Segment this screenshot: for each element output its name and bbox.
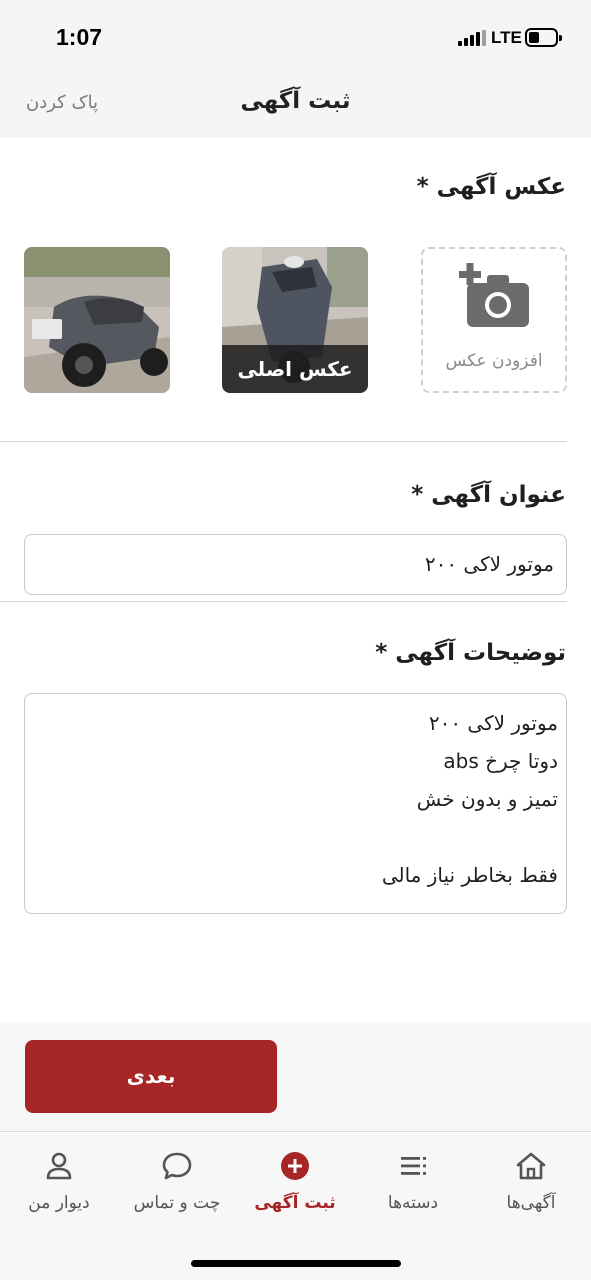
status-bar: 1:07 LTE xyxy=(0,0,591,72)
nav-label: چت و تماس xyxy=(133,1193,221,1213)
nav-label: آگهی‌ها xyxy=(506,1193,556,1213)
action-area: بعدی xyxy=(0,1022,591,1132)
nav-item-categories[interactable]: دسته‌ها xyxy=(354,1149,472,1229)
header: ثبت آگهی پاک کردن xyxy=(0,72,591,138)
ad-description-input[interactable]: موتور لاکی ۲۰۰ دوتا چرخ abs تمیز و بدون … xyxy=(24,693,567,914)
nav-item-ads[interactable]: آگهی‌ها xyxy=(472,1149,590,1229)
divider xyxy=(0,441,567,442)
add-photo-button[interactable]: افزودن عکس xyxy=(421,247,567,393)
description-line: دوتا چرخ abs xyxy=(443,749,558,773)
photos-section-title: عکس آگهی * xyxy=(416,174,566,200)
home-indicator xyxy=(191,1260,401,1267)
chat-icon xyxy=(162,1152,192,1180)
nav-item-chat[interactable]: چت و تماس xyxy=(118,1149,236,1229)
ad-title-input[interactable]: موتور لاکی ۲۰۰ xyxy=(24,534,567,595)
description-line: تمیز و بدون خش xyxy=(416,787,558,811)
next-button[interactable]: بعدی xyxy=(25,1040,277,1113)
main-photo-thumbnail[interactable]: عکس اصلی xyxy=(222,247,368,393)
main-photo-label: عکس اصلی xyxy=(222,345,368,393)
nav-item-post-ad[interactable]: ثبت آگهی xyxy=(236,1149,354,1229)
photo-thumbnail[interactable] xyxy=(24,247,170,393)
network-type: LTE xyxy=(491,28,522,47)
nav-label: دسته‌ها xyxy=(387,1193,439,1213)
add-camera-icon xyxy=(459,263,529,327)
battery-icon xyxy=(525,28,562,47)
home-icon xyxy=(516,1152,546,1180)
clear-button[interactable]: پاک کردن xyxy=(26,92,98,113)
add-photo-label: افزودن عکس xyxy=(445,351,543,371)
nav-label: دیوار من xyxy=(28,1193,90,1213)
description-line: موتور لاکی ۲۰۰ xyxy=(428,711,558,735)
status-time: 1:07 xyxy=(56,24,103,50)
categories-icon xyxy=(401,1157,426,1175)
user-icon xyxy=(46,1152,72,1180)
description-section-title: توضیحات آگهی * xyxy=(375,640,566,666)
signal-icon xyxy=(458,30,486,46)
nav-item-my-divar[interactable]: دیوار من xyxy=(0,1149,118,1229)
add-circle-icon xyxy=(281,1152,309,1180)
bottom-nav: دیوار من چت و تماس ثبت آگهی دسته‌ها xyxy=(0,1133,591,1280)
scooter-photo xyxy=(24,247,170,393)
divider xyxy=(0,601,567,602)
title-section-title: عنوان آگهی * xyxy=(411,482,566,508)
nav-label: ثبت آگهی xyxy=(254,1193,336,1213)
description-line xyxy=(33,818,558,856)
description-line: فقط بخاطر نیاز مالی xyxy=(381,863,558,887)
